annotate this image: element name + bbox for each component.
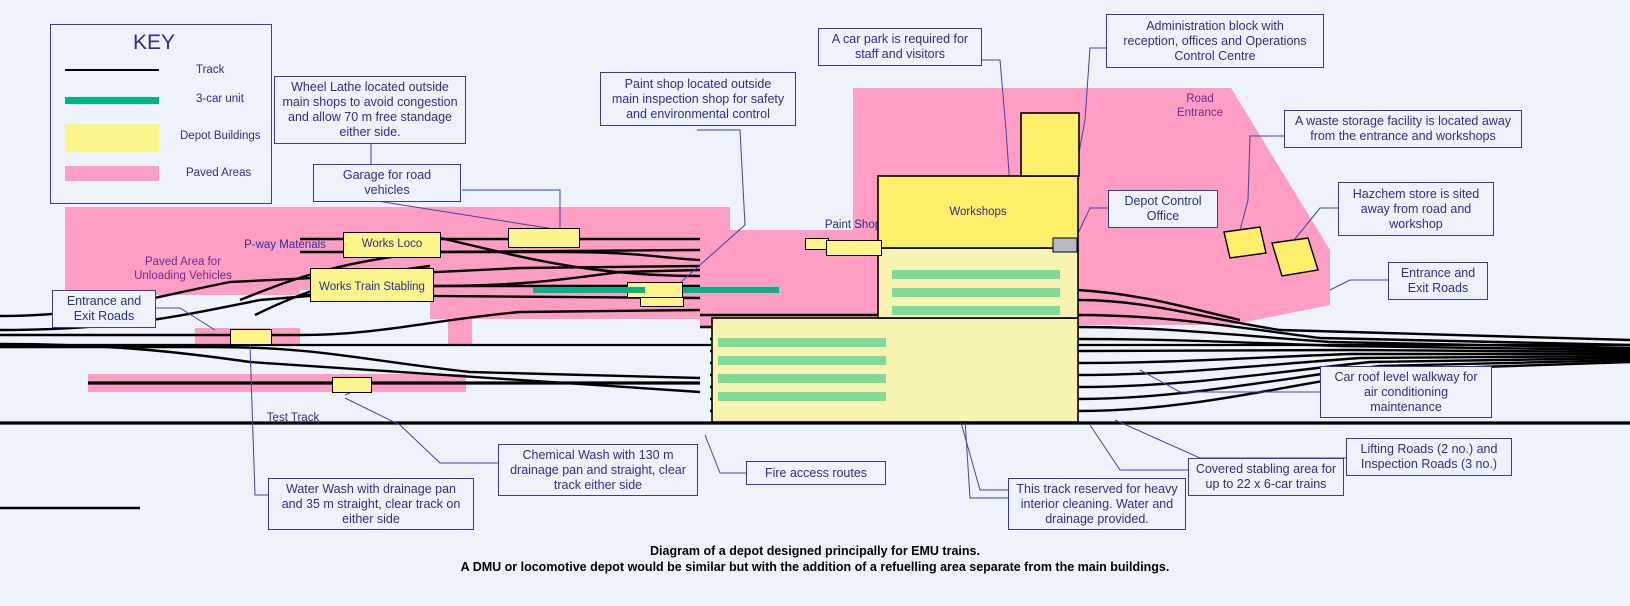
callout-car-park[interactable]: A car park is required for staff and vis… <box>818 28 982 66</box>
map-label-paved-unloading: Paved Area for Unloading Vehicles <box>134 256 232 282</box>
callout-depot-control-office[interactable]: Depot Control Office <box>1108 190 1218 228</box>
key-label-3car-unit: 3-car unit <box>196 93 244 105</box>
map-label-test-track: Test Track <box>266 412 320 424</box>
callout-fire-access[interactable]: Fire access routes <box>746 461 886 485</box>
key-swatch-3car-unit <box>65 97 159 104</box>
key-label-track: Track <box>196 64 225 76</box>
callout-car-roof-walkway[interactable]: Car roof level walkway for air condition… <box>1320 366 1492 418</box>
callout-entrance-exit-left[interactable]: Entrance and Exit Roads <box>52 290 156 328</box>
callout-waste-storage[interactable]: A waste storage facility is located away… <box>1284 110 1522 148</box>
callout-garage[interactable]: Garage for road vehicles <box>313 164 461 202</box>
key-swatch-track <box>65 69 159 71</box>
key-swatch-paved-areas <box>65 166 159 181</box>
callout-covered-stabling[interactable]: Covered stabling area for up to 22 x 6-c… <box>1188 458 1344 496</box>
callout-chemical-wash[interactable]: Chemical Wash with 130 m drainage pan an… <box>498 444 698 496</box>
caption-line-1: Diagram of a depot designed principally … <box>650 544 980 558</box>
building-road-vehicle-garage <box>508 228 580 248</box>
callout-lifting-roads[interactable]: Lifting Roads (2 no.) and Inspection Roa… <box>1346 438 1512 476</box>
map-label-road-entrance: Road Entrance <box>1176 93 1224 119</box>
callout-hazchem[interactable]: Hazchem store is sited away from road an… <box>1338 182 1494 236</box>
caption-line-2: A DMU or locomotive depot would be simil… <box>460 560 1170 574</box>
key-title: KEY <box>133 31 176 54</box>
building-chemical-wash <box>332 377 372 393</box>
key-label-depot-buildings: Depot Buildings <box>180 130 261 142</box>
callout-heavy-cleaning[interactable]: This track reserved for heavy interior c… <box>1008 478 1186 530</box>
building-paint-shop <box>826 240 882 256</box>
map-label-works-loco: Works Loco <box>361 238 423 250</box>
map-label-workshops: Workshops <box>949 206 1007 218</box>
map-label-works-train-stabling: Works Train Stabling <box>319 281 425 293</box>
callout-entrance-exit-right[interactable]: Entrance and Exit Roads <box>1388 262 1488 300</box>
callout-water-wash[interactable]: Water Wash with drainage pan and 35 m st… <box>268 478 474 530</box>
callout-admin-block[interactable]: Administration block with reception, off… <box>1106 14 1324 68</box>
callout-wheel-lathe[interactable]: Wheel Lathe located outside main shops t… <box>274 76 466 144</box>
key-label-paved-areas: Paved Areas <box>186 167 252 179</box>
key-swatch-depot-buildings <box>65 124 159 152</box>
building-water-wash <box>230 329 272 345</box>
callout-paint-shop[interactable]: Paint shop located outside main inspecti… <box>600 72 796 126</box>
building-wheel-lathe <box>627 282 683 298</box>
map-label-paint-shop: Paint Shop <box>824 219 882 231</box>
depot-diagram: Paved Area for Unloading Vehicles P-way … <box>0 0 1630 606</box>
map-label-pway-materials: P-way Materials <box>244 239 326 251</box>
building-wheel-lathe-lower <box>640 297 684 307</box>
